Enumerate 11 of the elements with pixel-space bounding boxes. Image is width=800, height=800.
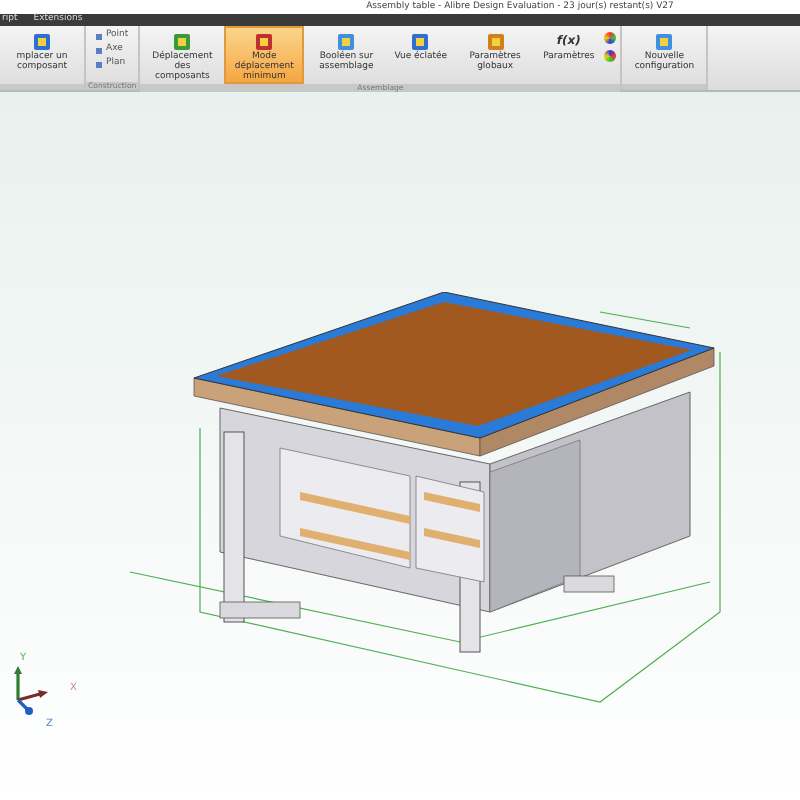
construction-icon [96, 47, 102, 53]
construction-icon [96, 61, 102, 67]
tool-icon [254, 32, 275, 52]
construction-icon [96, 33, 102, 39]
tool-icon [32, 32, 52, 52]
axis-triad-icon [12, 666, 48, 718]
tool-icon [336, 32, 357, 52]
tool-icon [485, 32, 506, 52]
tool-icon [410, 32, 431, 52]
tool-icon [172, 32, 193, 52]
tool-icon [654, 32, 675, 52]
